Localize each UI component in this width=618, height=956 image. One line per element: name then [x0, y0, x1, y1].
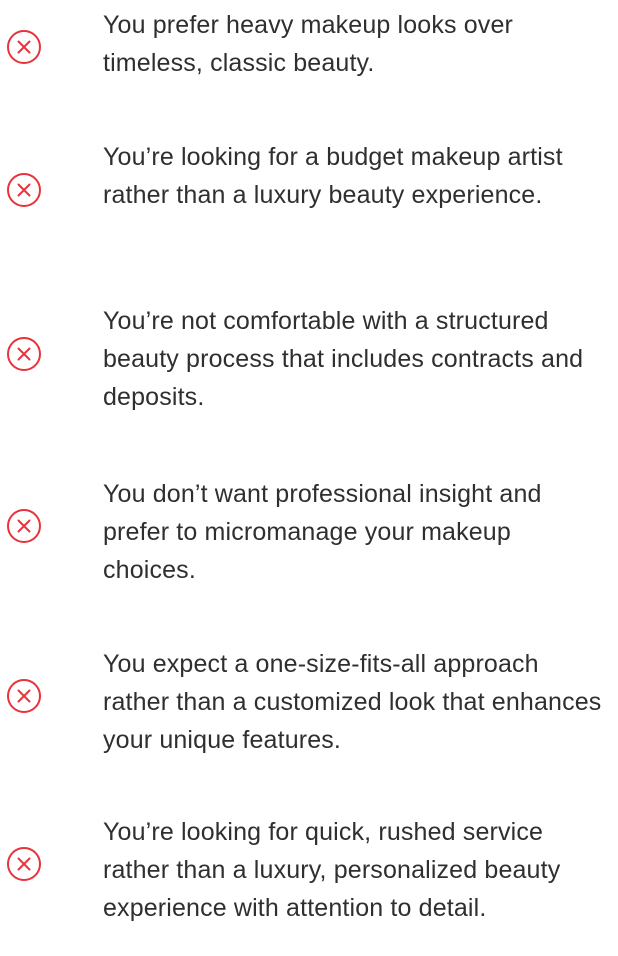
circle-x-icon — [6, 29, 42, 65]
list-item-text: You’re not comfortable with a structured… — [103, 307, 584, 411]
list-item-text: You don’t want professional insight and … — [103, 480, 542, 584]
list-item-text: You expect a one-size-fits-all approach … — [103, 650, 602, 754]
circle-x-icon — [6, 508, 42, 544]
circle-x-icon — [6, 678, 42, 714]
list-item-text: You’re looking for a budget makeup artis… — [103, 143, 563, 209]
circle-x-icon — [6, 846, 42, 882]
circle-x-icon — [6, 336, 42, 372]
list-item-text: You prefer heavy makeup looks over timel… — [103, 11, 513, 77]
list-item-text: You’re looking for quick, rushed service… — [103, 818, 561, 922]
circle-x-icon — [6, 172, 42, 208]
